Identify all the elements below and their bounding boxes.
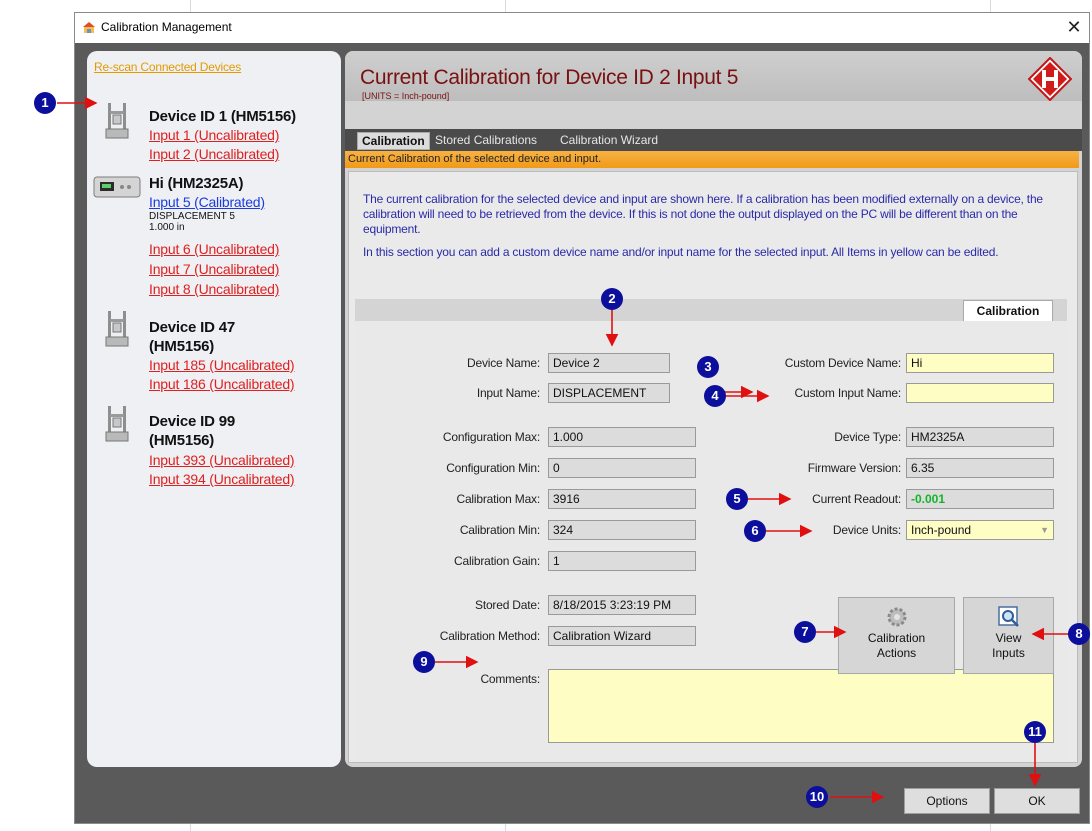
tab-bar: Calibration Stored Calibrations Calibrat… [345, 129, 1082, 151]
callout-badge: 5 [726, 488, 748, 510]
device-input-link[interactable]: Input 8 (Uncalibrated) [149, 281, 279, 297]
firmware-version-label: Firmware Version: [807, 461, 901, 475]
calibration-management-window: Calibration Management ✕ Re-scan Connect… [74, 12, 1090, 824]
callout-badge: 9 [413, 651, 435, 673]
device-list-panel: Re-scan Connected Devices Device ID 1 (H… [87, 51, 341, 767]
callout-badge: 1 [34, 92, 56, 114]
device-name: Device ID 1 (HM5156) [149, 108, 296, 125]
custom-input-name-label: Custom Input Name: [794, 386, 902, 400]
callout-badge: 2 [601, 288, 623, 310]
load-frame-icon [105, 406, 129, 442]
device-name-label: Device Name: [467, 356, 540, 370]
device-input-link[interactable]: Input 1 (Uncalibrated) [149, 127, 279, 143]
callout-badge: 8 [1068, 623, 1090, 645]
device-input-link-selected[interactable]: Input 5 (Calibrated) [149, 194, 265, 210]
calibration-actions-button[interactable]: Calibration Actions [838, 597, 955, 674]
calibration-main-panel: Current Calibration for Device ID 2 Inpu… [345, 51, 1082, 767]
device-name: Hi (HM2325A) [149, 175, 244, 192]
custom-input-name-input[interactable] [906, 383, 1054, 403]
ok-button[interactable]: OK [994, 788, 1080, 814]
configuration-min-label: Configuration Min: [446, 461, 540, 475]
description-paragraph: In this section you can add a custom dev… [363, 245, 999, 259]
units-label: [UNITS = Inch-pound] [362, 91, 450, 101]
data-logger-icon [93, 176, 141, 198]
callout-badge: 6 [744, 520, 766, 542]
configuration-max-field: 1.000 [548, 427, 696, 447]
input-name-label: Input Name: [476, 386, 540, 400]
comments-label: Comments: [480, 672, 540, 686]
custom-device-name-input[interactable]: Hi [906, 353, 1054, 373]
options-button[interactable]: Options [904, 788, 990, 814]
device-units-select[interactable]: Inch-pound ▼ [906, 520, 1054, 540]
tab-calibration[interactable]: Calibration [357, 132, 430, 150]
close-button[interactable]: ✕ [1063, 16, 1085, 38]
device-units-value: Inch-pound [911, 523, 972, 537]
inner-tab-strip: Calibration [355, 299, 1067, 322]
device-input-link[interactable]: Input 7 (Uncalibrated) [149, 261, 279, 277]
view-inputs-label-line1: View [995, 631, 1022, 645]
tab-stored-calibrations[interactable]: Stored Calibrations [435, 132, 537, 148]
calibration-header: Current Calibration for Device ID 2 Inpu… [345, 51, 1082, 101]
gear-icon [887, 607, 906, 627]
input-subtitle: DISPLACEMENT 5 [149, 211, 235, 222]
info-bar: Current Calibration of the selected devi… [345, 151, 1079, 168]
device-input-link[interactable]: Input 186 (Uncalibrated) [149, 376, 295, 392]
title-bar[interactable]: Calibration Management ✕ [75, 13, 1089, 43]
chevron-down-icon[interactable]: ▼ [1040, 521, 1049, 539]
input-reading: 1.000 in [149, 222, 185, 233]
device-input-link[interactable]: Input 185 (Uncalibrated) [149, 357, 295, 373]
view-inputs-label-line2: Inputs [992, 646, 1025, 660]
h-logo-icon [1028, 57, 1072, 101]
device-input-link[interactable]: Input 393 (Uncalibrated) [149, 452, 295, 468]
device-type-field: HM2325A [906, 427, 1054, 447]
stored-date-field: 8/18/2015 3:23:19 PM [548, 595, 696, 615]
rescan-devices-link[interactable]: Re-scan Connected Devices [94, 60, 241, 74]
device-model: (HM5156) [149, 338, 215, 355]
load-frame-icon [105, 311, 129, 347]
device-name: Device ID 99 [149, 413, 235, 430]
calibration-content: The current calibration for the selected… [348, 171, 1078, 763]
page-title: Current Calibration for Device ID 2 Inpu… [360, 66, 739, 89]
calibration-max-field: 3916 [548, 489, 696, 509]
callout-badge: 3 [697, 356, 719, 378]
callout-badge: 10 [806, 786, 828, 808]
device-type-label: Device Type: [834, 430, 901, 444]
window-title: Calibration Management [101, 20, 232, 34]
comments-textarea[interactable] [548, 669, 1054, 743]
calibration-method-label: Calibration Method: [439, 629, 540, 643]
calibration-method-field: Calibration Wizard [548, 626, 696, 646]
device-name-field: Device 2 [548, 353, 670, 373]
calibration-gain-field: 1 [548, 551, 696, 571]
device-input-link[interactable]: Input 6 (Uncalibrated) [149, 241, 279, 257]
current-readout-field: -0.001 [906, 489, 1054, 509]
device-input-link[interactable]: Input 394 (Uncalibrated) [149, 471, 295, 487]
device-model: (HM5156) [149, 432, 215, 449]
callout-badge: 4 [704, 385, 726, 407]
view-inputs-button[interactable]: View Inputs [963, 597, 1054, 674]
load-frame-icon [105, 103, 129, 139]
custom-device-name-label: Custom Device Name: [784, 356, 901, 370]
calibration-max-label: Calibration Max: [456, 492, 540, 506]
stored-date-label: Stored Date: [475, 598, 540, 612]
callout-badge: 7 [794, 621, 816, 643]
callout-badge: 11 [1024, 721, 1046, 743]
device-name: Device ID 47 [149, 319, 235, 336]
firmware-version-field: 6.35 [906, 458, 1054, 478]
tab-calibration-wizard[interactable]: Calibration Wizard [560, 132, 658, 148]
configuration-max-label: Configuration Max: [442, 430, 540, 444]
magnifier-icon [997, 606, 1019, 627]
calibration-actions-label-line2: Actions [876, 646, 917, 660]
calibration-actions-label-line1: Calibration [867, 631, 926, 645]
calibration-min-field: 324 [548, 520, 696, 540]
calibration-app-icon [83, 22, 95, 33]
device-input-link[interactable]: Input 2 (Uncalibrated) [149, 146, 279, 162]
tab-calibration-inner[interactable]: Calibration [963, 300, 1053, 322]
current-readout-label: Current Readout: [812, 492, 901, 506]
calibration-min-label: Calibration Min: [459, 523, 540, 537]
configuration-min-field: 0 [548, 458, 696, 478]
description-paragraph: The current calibration for the selected… [363, 192, 1043, 236]
input-name-field: DISPLACEMENT [548, 383, 670, 403]
calibration-gain-label: Calibration Gain: [454, 554, 540, 568]
